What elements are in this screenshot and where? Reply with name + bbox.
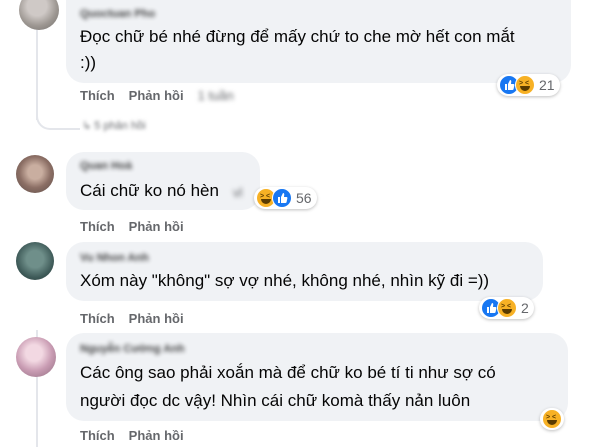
comment-author[interactable]: Nguyễn Cường Anh — [80, 343, 185, 355]
like-reaction-icon — [272, 188, 292, 208]
reply-link[interactable]: Phản hồi — [129, 88, 184, 103]
reaction-summary[interactable]: > < — [540, 408, 564, 430]
reaction-summary[interactable]: > < 21 — [497, 74, 560, 96]
reaction-count: 21 — [539, 77, 555, 93]
comment-text-line: :)) — [80, 53, 97, 72]
like-link[interactable]: Thích — [80, 311, 115, 326]
haha-reaction-icon: > < — [542, 409, 562, 429]
reply-link[interactable]: Phản hồi — [129, 428, 184, 443]
comment-actions: Thích Phản hồi 1 tuần — [80, 88, 248, 103]
comment-text-line: Xóm này "không" sợ vợ nhé, không nhé, nh… — [80, 271, 490, 290]
reaction-count: 2 — [521, 300, 529, 316]
comment-actions: Thích Phản hồi — [80, 428, 198, 443]
avatar[interactable] — [16, 337, 56, 377]
like-link[interactable]: Thích — [80, 88, 115, 103]
comment-text-line: Đọc chữ bé nhé đừng để mấy chứ to che mờ… — [80, 27, 515, 46]
haha-reaction-icon: > < — [497, 298, 517, 318]
comment-text-hidden: vl — [233, 185, 243, 200]
comment-text-line: người đọc dc vậy! Nhìn cái chữ komà thấy… — [80, 391, 471, 410]
avatar[interactable] — [16, 155, 54, 193]
comment-author[interactable]: Quoctuan Pho — [80, 8, 155, 20]
reply-link[interactable]: Phản hồi — [129, 311, 184, 326]
like-link[interactable]: Thích — [80, 219, 115, 234]
reply-link[interactable]: Phản hồi — [129, 219, 184, 234]
avatar[interactable] — [16, 242, 54, 280]
haha-reaction-icon: > < — [515, 75, 535, 95]
comment-text-line: Cái chữ ko nó hèn — [80, 181, 219, 200]
comment-text-line: Các ông sao phải xoắn mà để chữ ko bé tí… — [80, 363, 496, 382]
avatar[interactable] — [19, 0, 59, 30]
reaction-summary[interactable]: > < 56 — [254, 187, 317, 209]
thread-connector-curve — [36, 100, 80, 130]
like-link[interactable]: Thích — [80, 428, 115, 443]
comment-author[interactable]: Quan Hoà — [80, 160, 132, 172]
reaction-count: 56 — [296, 190, 312, 206]
collapsed-replies-link[interactable]: ↳ 5 phản hồi — [82, 119, 146, 132]
comment-timestamp[interactable]: 1 tuần — [198, 88, 234, 103]
reaction-summary[interactable]: > < 2 — [479, 297, 534, 319]
comment-actions: Thích Phản hồi — [80, 219, 198, 234]
comment-actions: Thích Phản hồi — [80, 311, 198, 326]
comment-author[interactable]: Vu Nhon Anh — [80, 252, 149, 264]
